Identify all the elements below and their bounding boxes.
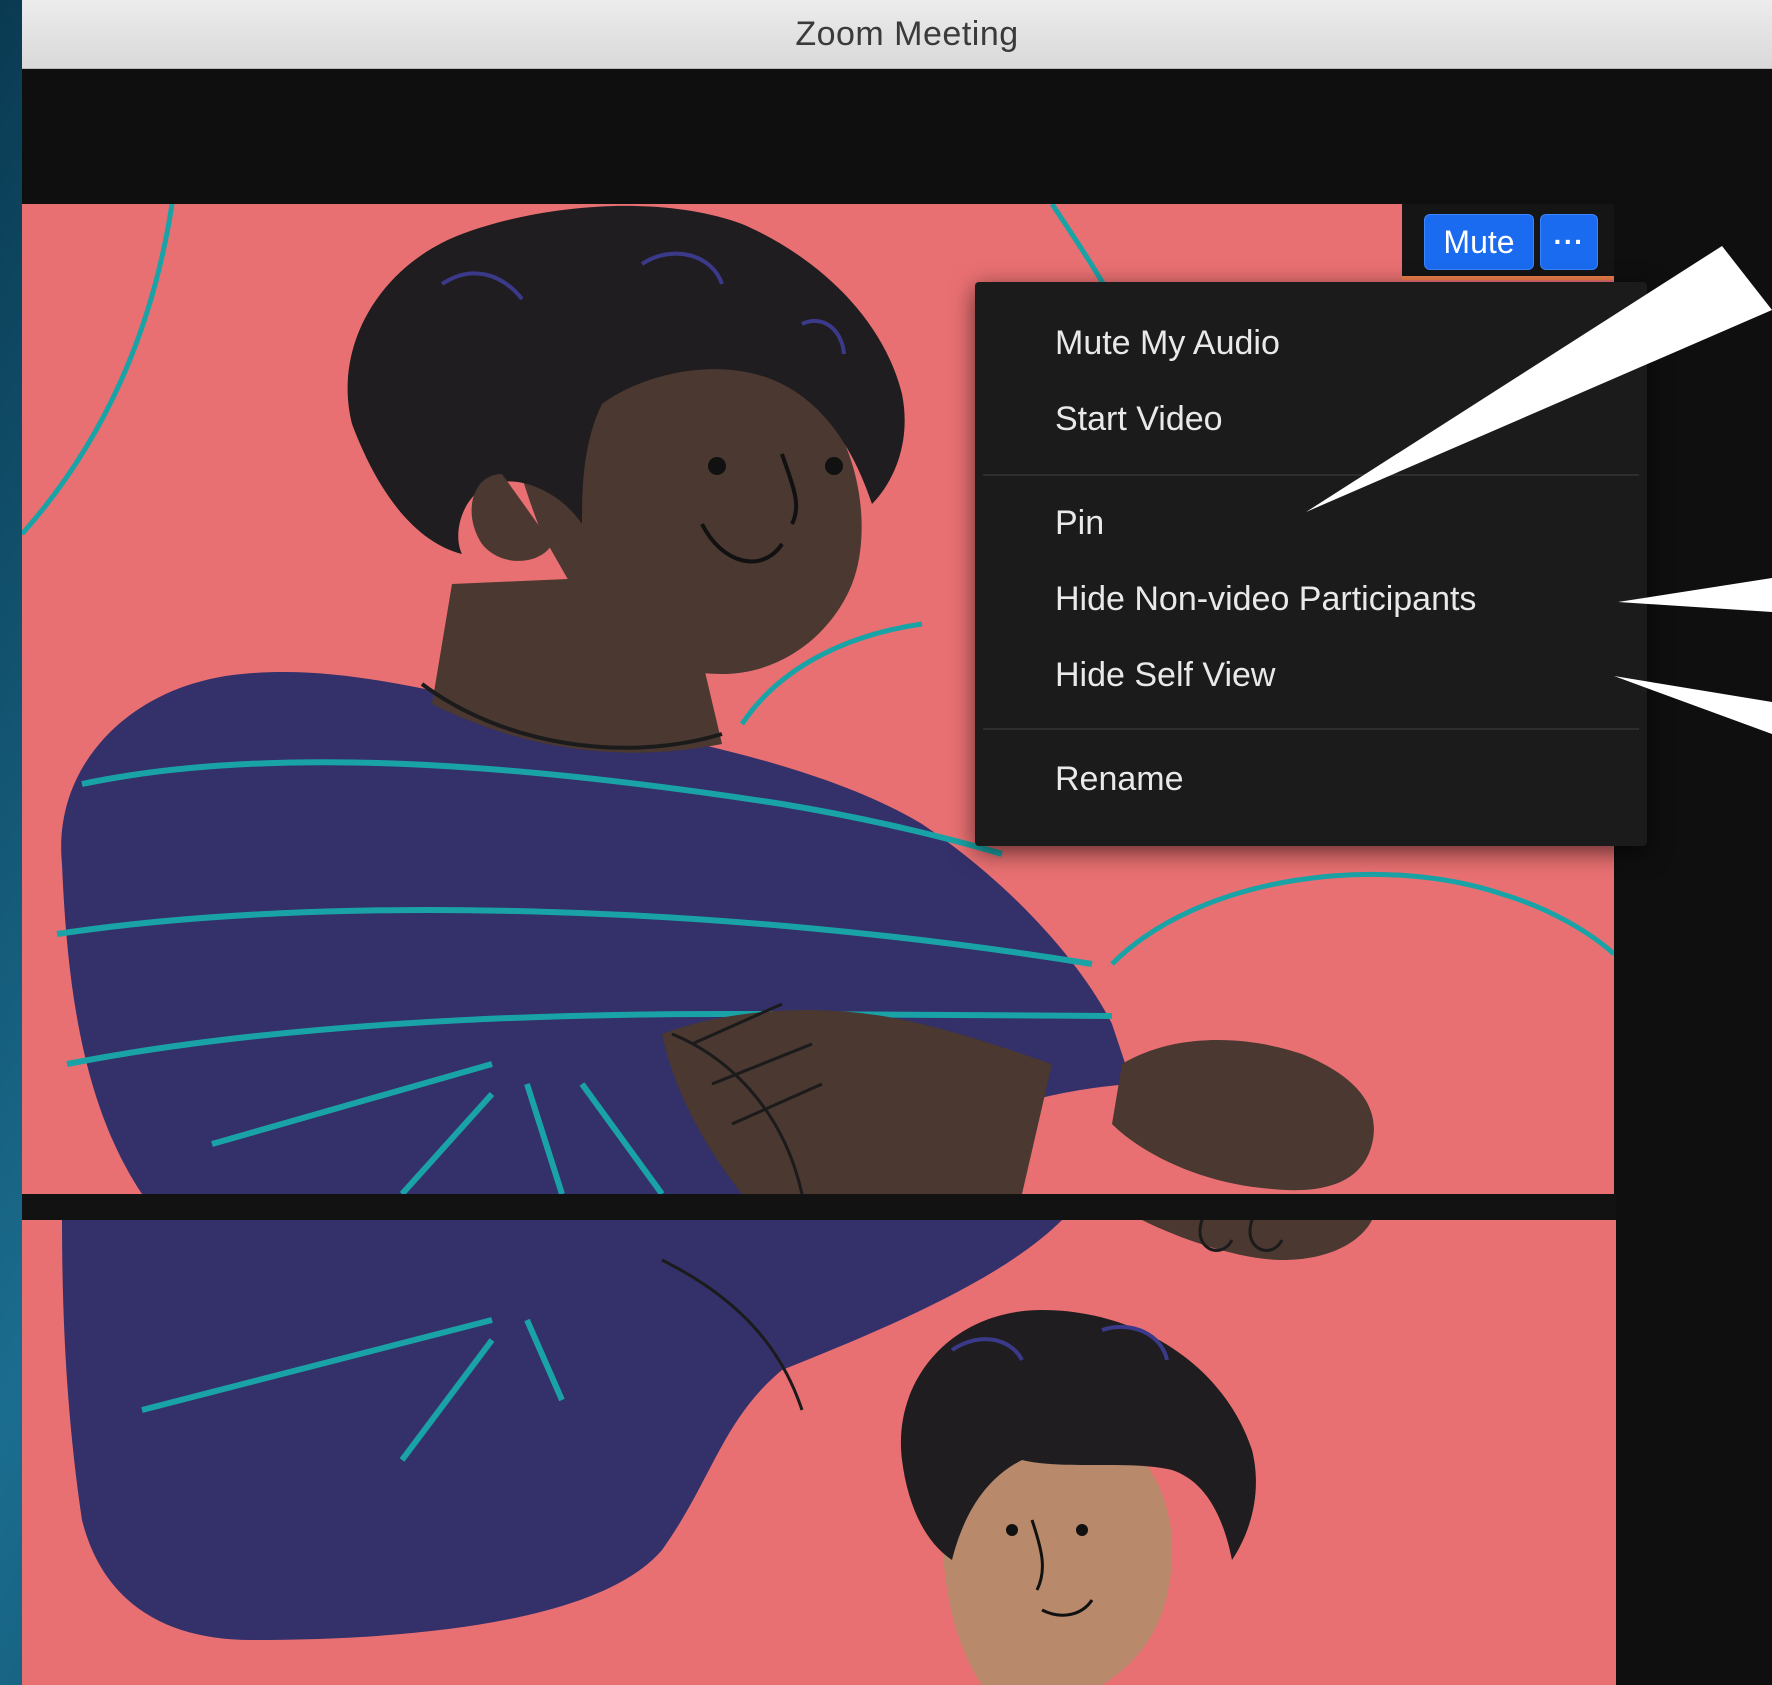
callout-pointers — [1306, 246, 1772, 734]
callout-pointer-hide-self-view — [1614, 676, 1772, 734]
zoom-meeting-window: Zoom Meeting Mute ··· Mute My Audio Star… — [22, 0, 1772, 1685]
callout-pointer-pin — [1306, 246, 1772, 512]
callout-pointer-hide-non-video — [1618, 578, 1772, 612]
